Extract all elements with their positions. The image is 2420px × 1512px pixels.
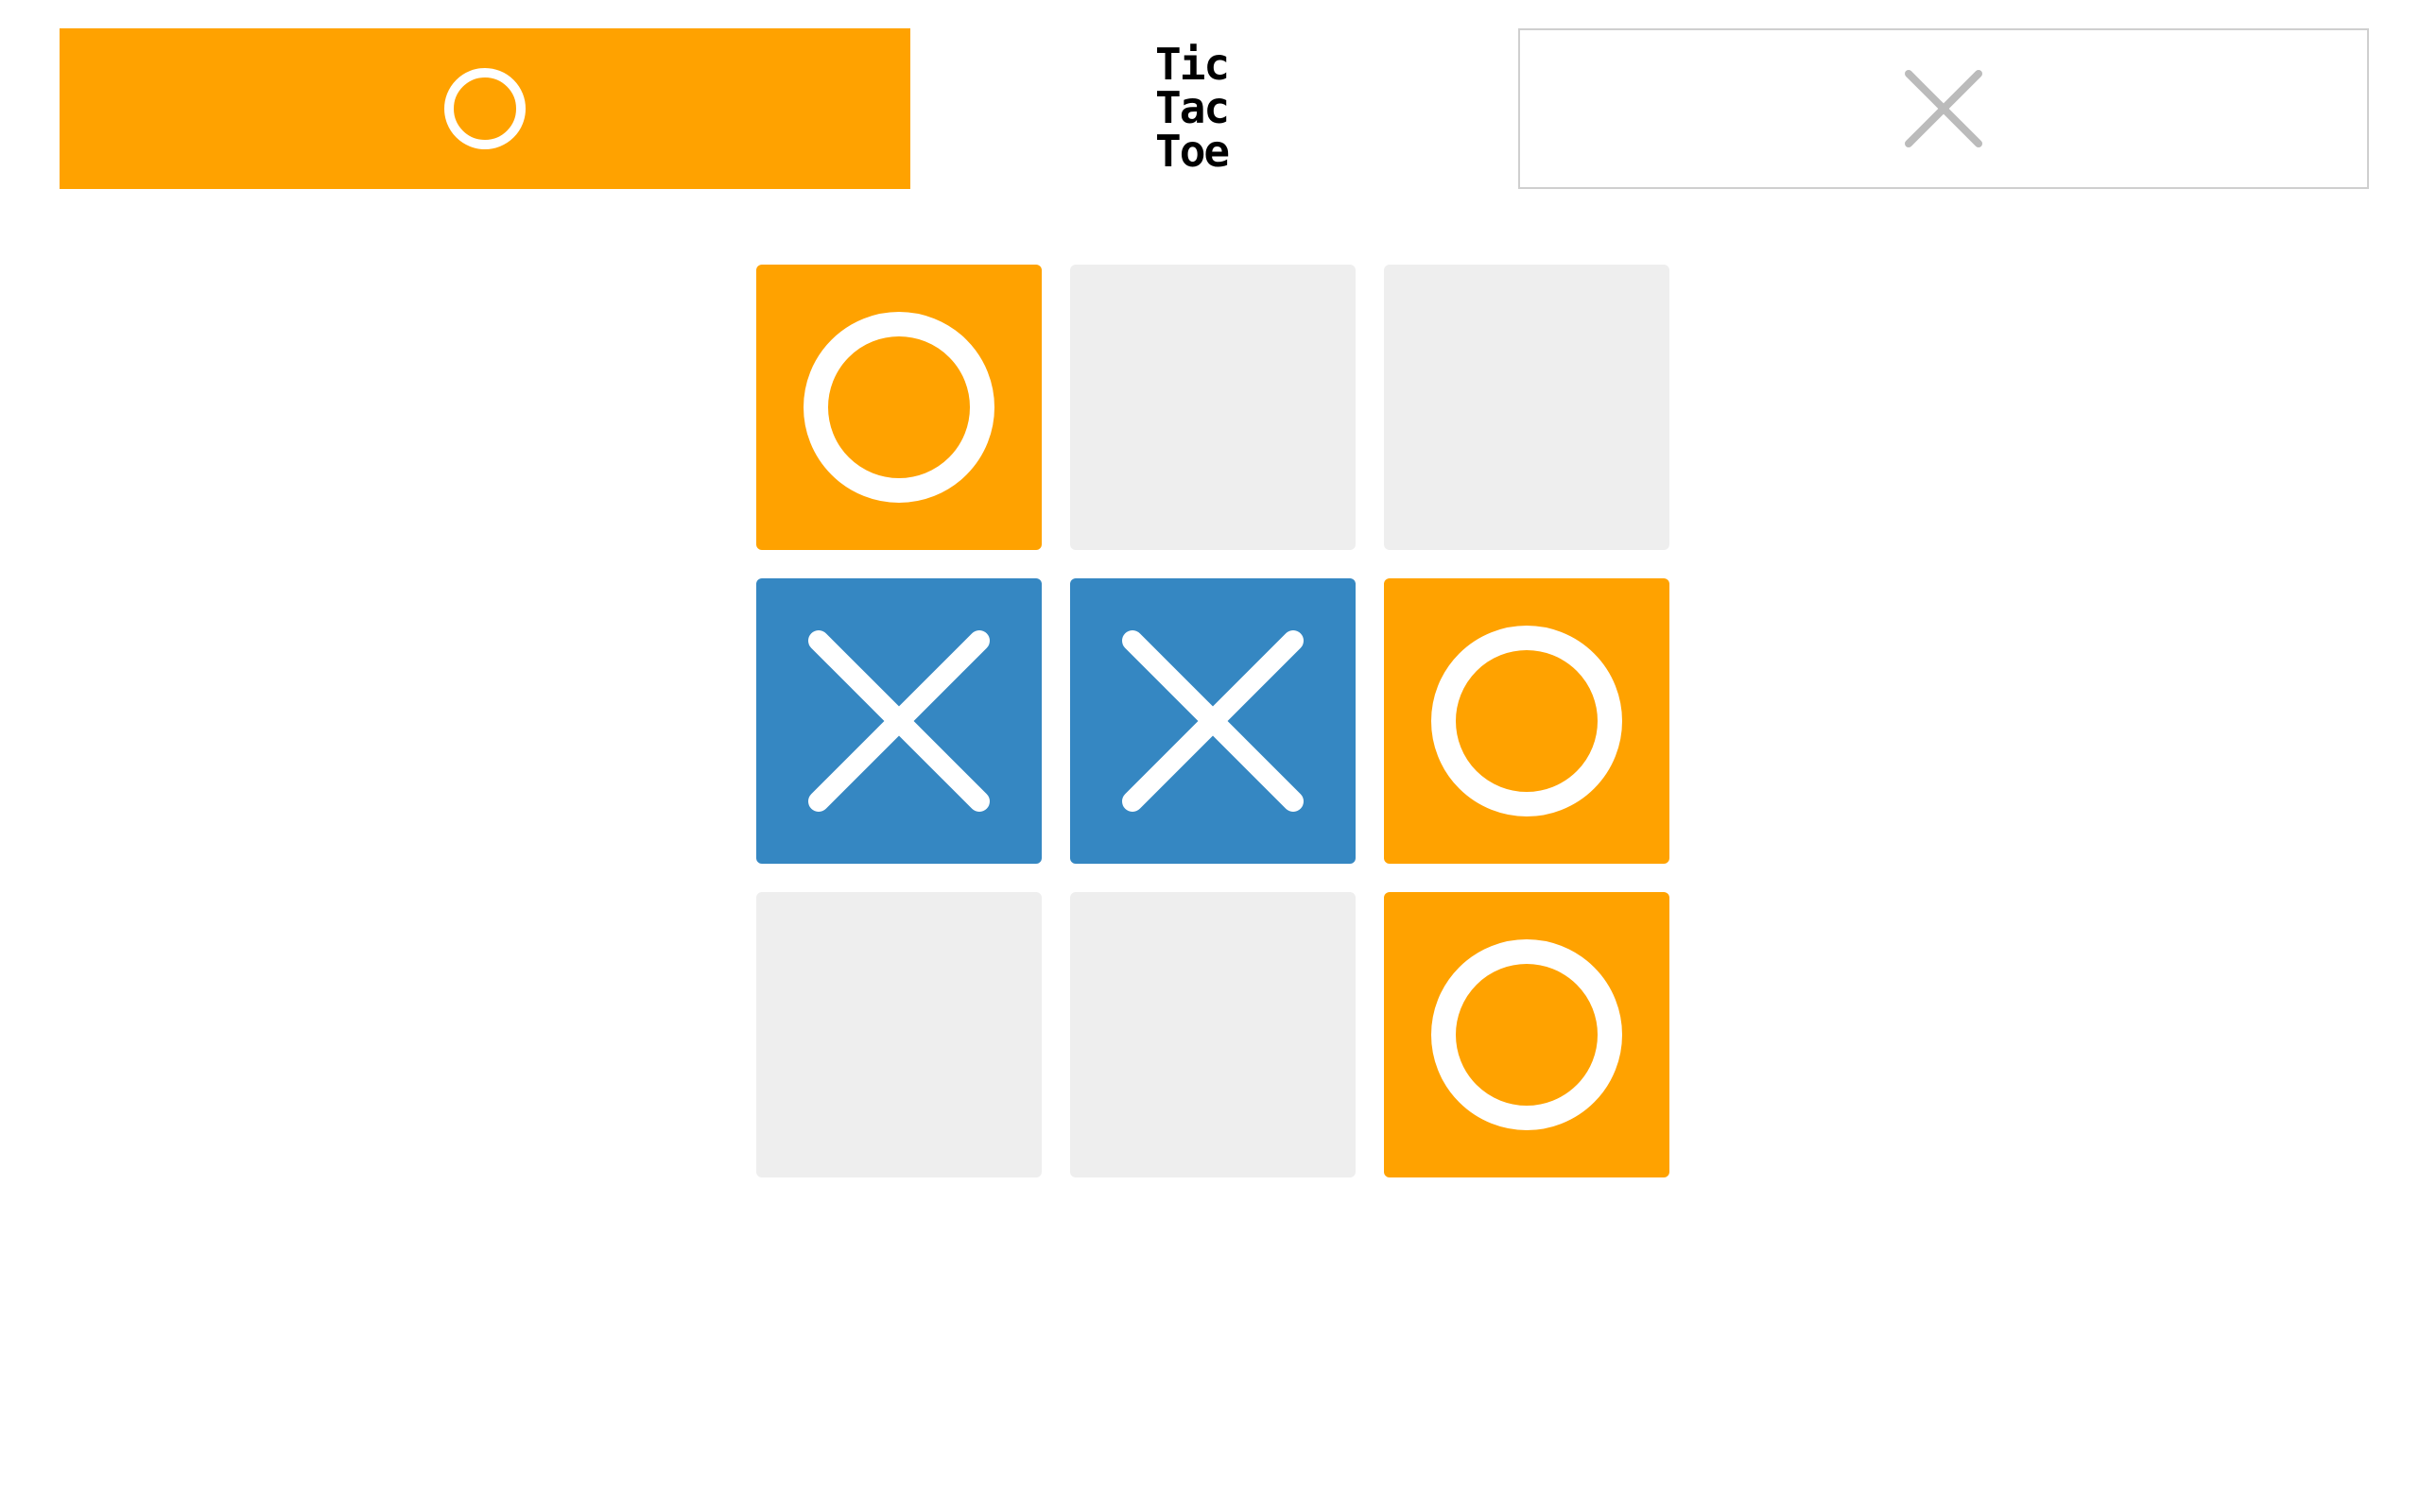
player-x-panel[interactable]	[1518, 28, 2369, 189]
cross-icon	[1122, 630, 1304, 812]
circle-icon	[1431, 939, 1622, 1130]
board-cell-r1-c3[interactable]	[1384, 265, 1669, 550]
game-logo: Tic Tac Toe	[1155, 43, 1269, 180]
logo-line-1: Tic	[1155, 39, 1230, 90]
board-cell-r2-c1[interactable]	[756, 578, 1042, 864]
board-cell-r3-c3[interactable]	[1384, 892, 1669, 1177]
board-cell-r2-c3[interactable]	[1384, 578, 1669, 864]
board-cell-r1-c2[interactable]	[1070, 265, 1356, 550]
logo-line-3: Toe	[1155, 126, 1230, 177]
logo-line-2: Tac	[1155, 82, 1230, 133]
board-cell-r3-c1[interactable]	[756, 892, 1042, 1177]
circle-icon	[1431, 626, 1622, 816]
game-header: Tic Tac Toe	[0, 0, 2420, 208]
game-board	[756, 265, 1669, 1177]
player-o-panel[interactable]	[60, 28, 910, 189]
circle-icon	[804, 312, 994, 503]
circle-icon	[442, 66, 527, 151]
cross-icon	[1901, 66, 1986, 151]
board-cell-r2-c2[interactable]	[1070, 578, 1356, 864]
board-cell-r1-c1[interactable]	[756, 265, 1042, 550]
board-cell-r3-c2[interactable]	[1070, 892, 1356, 1177]
cross-icon	[808, 630, 990, 812]
